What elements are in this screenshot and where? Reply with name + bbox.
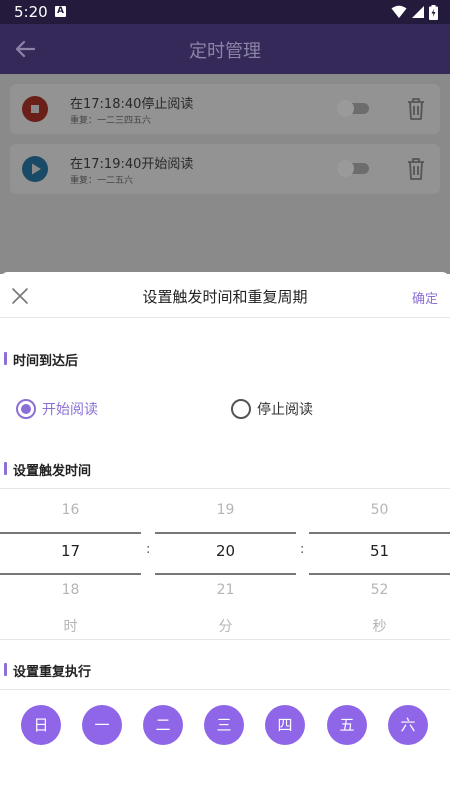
day-sun[interactable]: 日: [21, 705, 61, 745]
day-tue[interactable]: 二: [143, 705, 183, 745]
picker-line: [155, 532, 296, 534]
trash-icon[interactable]: [404, 156, 428, 182]
timer-title: 在17:18:40停止阅读: [70, 97, 194, 112]
timer-title: 在17:19:40开始阅读: [70, 157, 194, 172]
picker-line: [309, 573, 450, 575]
second-picker[interactable]: 50 51 52 秒: [309, 498, 450, 648]
second-unit: 秒: [372, 619, 387, 635]
time-separator: :: [300, 542, 305, 557]
time-separator: :: [146, 542, 151, 557]
day-fri[interactable]: 五: [327, 705, 367, 745]
toggle-thumb: [337, 100, 354, 117]
hour-next: 18: [61, 582, 80, 598]
day-mon[interactable]: 一: [82, 705, 122, 745]
notification-a-icon: A: [55, 6, 66, 17]
repeat-label: 设置重复执行: [4, 661, 91, 680]
sheet-header: 设置触发时间和重复周期 确定: [0, 272, 450, 318]
battery-icon: [429, 4, 438, 20]
toggle-thumb: [337, 160, 354, 177]
minute-prev: 19: [216, 502, 235, 518]
timer-repeat: 重复：一二五六: [70, 176, 134, 186]
day-thu[interactable]: 四: [265, 705, 305, 745]
app-bar: 定时管理: [0, 24, 450, 74]
second-current: 51: [369, 542, 390, 560]
radio-circle: [231, 399, 251, 419]
play-icon[interactable]: [22, 156, 48, 182]
minute-current: 20: [215, 542, 236, 560]
timer-toggle[interactable]: [337, 160, 371, 177]
minute-unit: 分: [218, 619, 233, 635]
timer-card[interactable]: 在17:19:40开始阅读 重复：一二五六: [10, 144, 440, 194]
radio-circle: [16, 399, 36, 419]
status-time: 5:20: [14, 3, 48, 21]
minute-next: 21: [216, 582, 235, 598]
picker-line: [0, 532, 141, 534]
hour-prev: 16: [61, 502, 80, 518]
start-reading-radio[interactable]: 开始阅读: [16, 397, 98, 421]
signal-icon: [412, 6, 424, 18]
status-bar: 5:20 A: [0, 0, 450, 24]
trigger-time-label: 设置触发时间: [4, 460, 91, 479]
stop-reading-radio[interactable]: 停止阅读: [231, 397, 313, 421]
radio-label: 开始阅读: [42, 402, 98, 418]
page-title: 定时管理: [189, 41, 261, 62]
picker-line: [155, 573, 296, 575]
hour-picker[interactable]: 16 17 18 时: [0, 498, 141, 648]
day-wed[interactable]: 三: [204, 705, 244, 745]
picker-line: [309, 532, 450, 534]
weekday-selector: 日 一 二 三 四 五 六: [0, 705, 450, 745]
radio-label: 停止阅读: [257, 402, 313, 418]
hour-unit: 时: [63, 619, 78, 635]
timer-toggle[interactable]: [337, 100, 371, 117]
day-sat[interactable]: 六: [388, 705, 428, 745]
timer-card[interactable]: 在17:18:40停止阅读 重复：一二三四五六: [10, 84, 440, 134]
second-next: 52: [370, 582, 389, 598]
wifi-icon: [391, 5, 407, 18]
system-icons: [391, 4, 438, 20]
divider: [0, 639, 450, 640]
hour-current: 17: [60, 542, 81, 560]
second-prev: 50: [370, 502, 389, 518]
after-arrival-label: 时间到达后: [4, 350, 78, 369]
divider: [0, 488, 450, 489]
timer-repeat: 重复：一二三四五六: [70, 116, 152, 126]
action-radio-group: 开始阅读 停止阅读: [0, 397, 450, 421]
trash-icon[interactable]: [404, 96, 428, 122]
divider: [0, 689, 450, 690]
timer-list: 在17:18:40停止阅读 重复：一二三四五六 在17:19:40开始阅读 重复…: [0, 74, 450, 274]
minute-picker[interactable]: 19 20 21 分: [155, 498, 296, 648]
timer-settings-sheet: 设置触发时间和重复周期 确定 时间到达后 开始阅读 停止阅读 设置触发时间 16…: [0, 272, 450, 800]
picker-line: [0, 573, 141, 575]
sheet-title: 设置触发时间和重复周期: [142, 288, 308, 306]
confirm-button[interactable]: 确定: [412, 288, 438, 307]
stop-icon[interactable]: [22, 96, 48, 122]
